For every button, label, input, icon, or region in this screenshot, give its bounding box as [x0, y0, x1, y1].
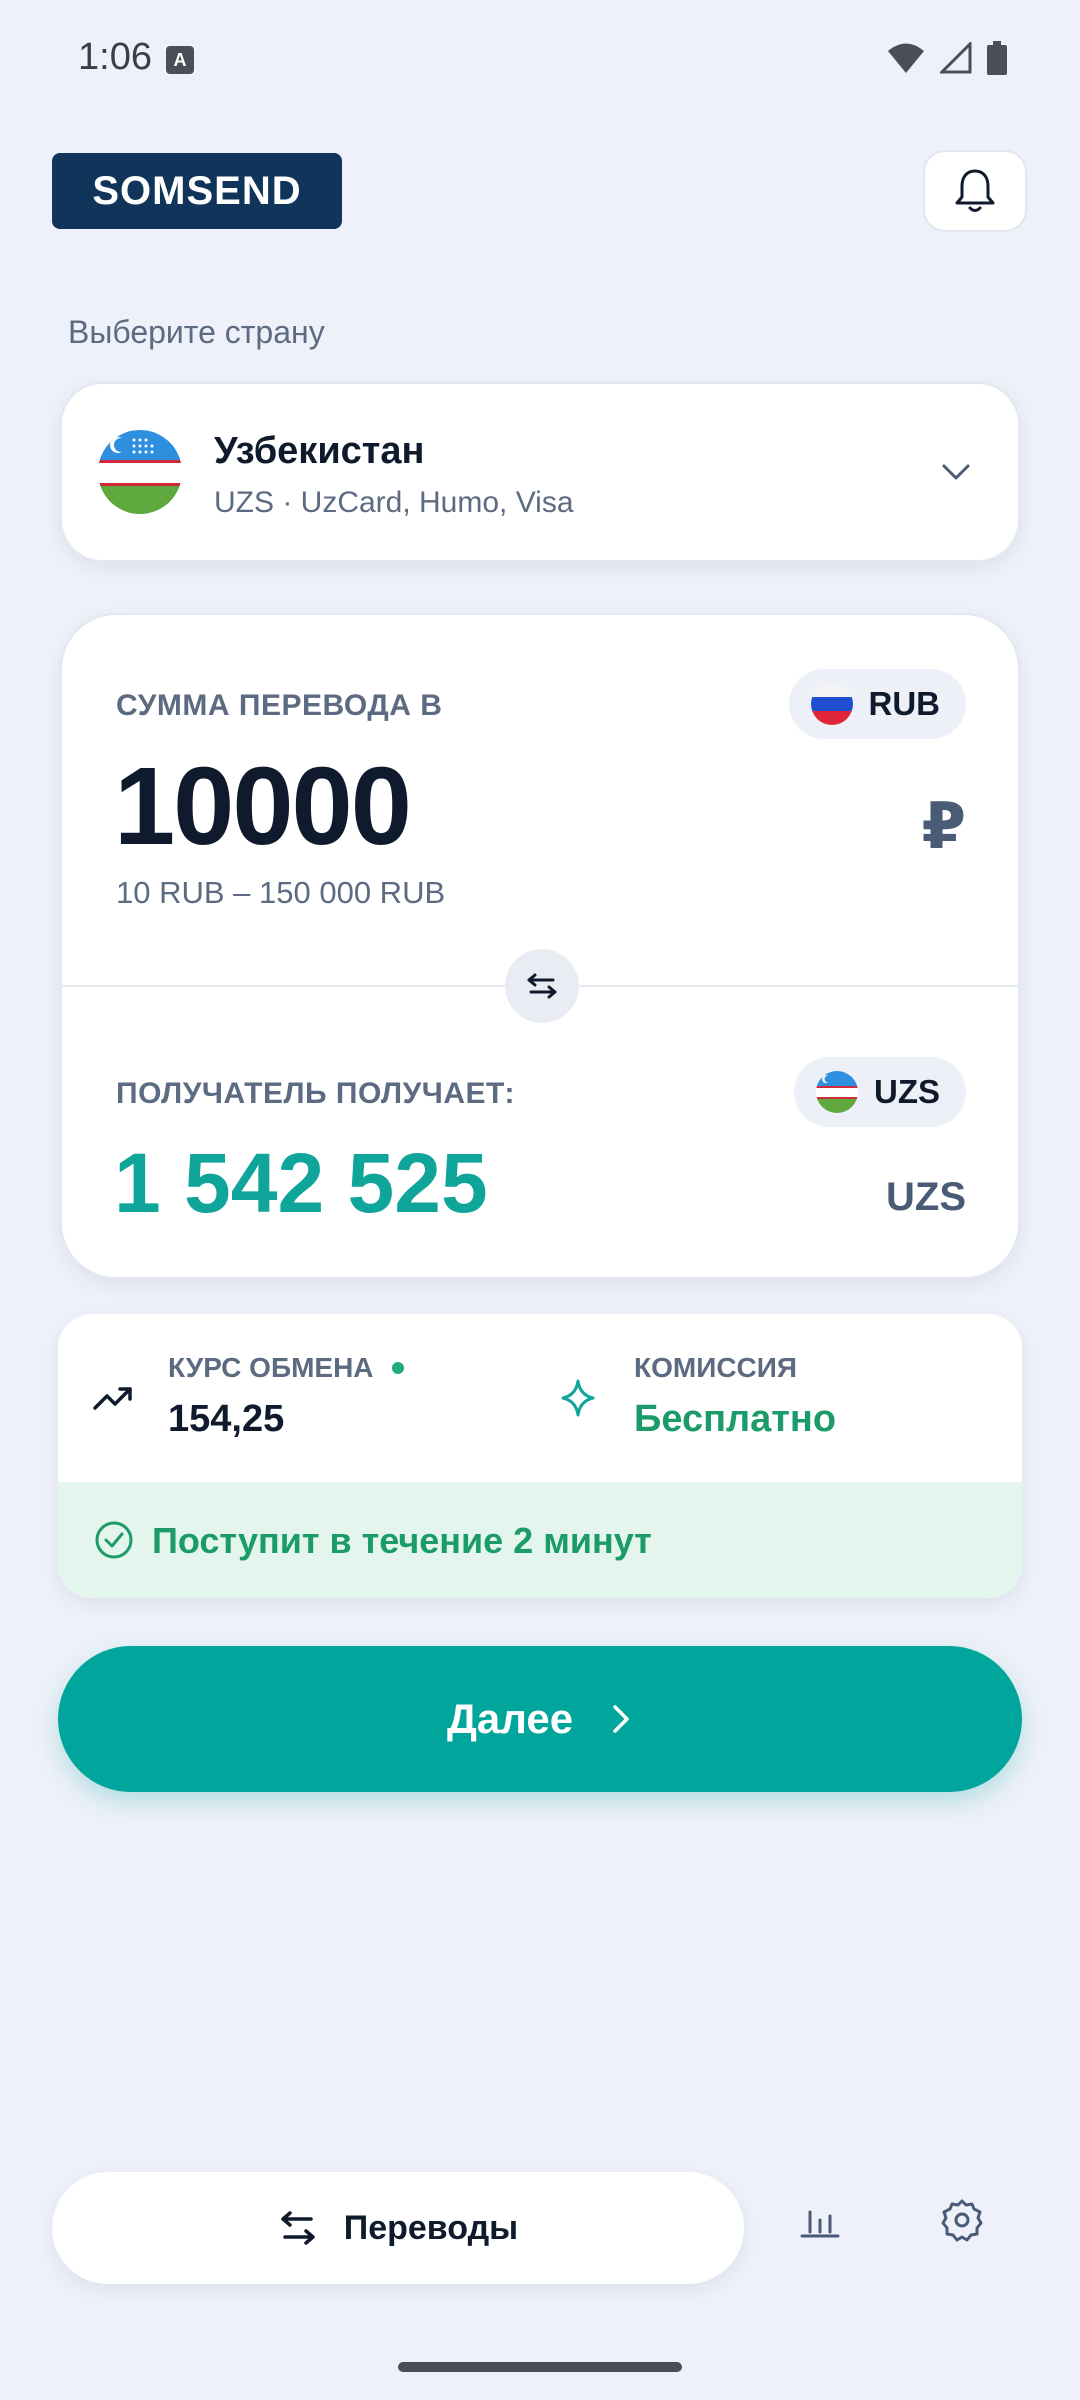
sparkle-icon — [561, 1379, 595, 1417]
receive-amount: 1 542 525 — [114, 1136, 488, 1230]
stats-icon[interactable] — [798, 2198, 842, 2242]
exchange-rate-label: КУРС ОБМЕНА — [168, 1352, 374, 1383]
country-section-label: Выберите страну — [68, 314, 325, 350]
wifi-icon — [888, 43, 924, 73]
home-indicator[interactable] — [398, 2362, 682, 2372]
status-time: 1:06 — [78, 36, 152, 78]
send-currency-selector[interactable]: RUB — [788, 669, 966, 739]
signal-icon — [940, 42, 972, 74]
eta-text: Поступит в течение 2 минут — [152, 1520, 652, 1561]
battery-icon — [987, 41, 1007, 75]
uzbekistan-flag-icon — [98, 430, 182, 514]
country-selector[interactable]: Узбекистан UZS · UzCard, Humo, Visa — [60, 382, 1020, 562]
chevron-down-icon — [942, 464, 970, 480]
receive-currency-selector[interactable]: UZS — [794, 1057, 966, 1127]
receive-amount-label: ПОЛУЧАТЕЛЬ ПОЛУЧАЕТ: — [116, 1077, 515, 1110]
gear-icon[interactable] — [940, 2198, 984, 2242]
eta-banner: Поступит в течение 2 минут — [58, 1482, 1022, 1598]
send-currency-symbol: ₽ — [921, 790, 966, 862]
status-bar: 1:06 A — [0, 0, 1080, 120]
rate-info-card: КУРС ОБМЕНА 154,25 КОМИССИЯ Бесплатно По… — [58, 1314, 1022, 1598]
swap-icon — [527, 973, 557, 999]
send-amount-input[interactable]: 10000 — [114, 743, 412, 870]
somsend-logo: SOMSEND — [52, 153, 342, 229]
receive-currency-symbol: UZS — [886, 1175, 966, 1219]
send-amount-label: СУММА ПЕРЕВОДА В — [116, 689, 443, 722]
chevron-right-icon — [613, 1705, 629, 1733]
live-indicator — [392, 1362, 404, 1374]
swap-arrows-icon — [281, 2211, 315, 2245]
a-icon: A — [166, 46, 194, 74]
fee-label: КОМИССИЯ — [634, 1352, 798, 1383]
next-button[interactable]: Далее — [58, 1646, 1022, 1792]
exchange-rate-value: 154,25 — [168, 1398, 285, 1440]
swap-currencies-button[interactable] — [505, 949, 579, 1023]
notifications-button[interactable] — [923, 150, 1027, 232]
status-icons — [886, 40, 1008, 76]
amount-range: 10 RUB – 150 000 RUB — [116, 875, 446, 910]
russia-flag-icon — [810, 683, 853, 725]
fee-value: Бесплатно — [634, 1398, 837, 1440]
trend-up-icon — [93, 1387, 132, 1410]
country-details: UZS · UzCard, Humo, Visa — [214, 486, 574, 519]
bell-icon — [955, 169, 995, 212]
nav-transfers-tab[interactable]: Переводы — [52, 2172, 744, 2284]
transfer-amount-card: СУММА ПЕРЕВОДА В RUB 10000 ₽ 10 RUB – 15… — [60, 613, 1020, 1279]
country-name: Узбекистан — [214, 430, 425, 472]
check-circle-icon — [95, 1521, 133, 1559]
send-currency-code: RUB — [868, 685, 941, 722]
receive-currency-code: UZS — [874, 1073, 940, 1110]
nav-transfers-label: Переводы — [343, 2208, 519, 2247]
uzbekistan-flag-small-icon — [816, 1071, 858, 1113]
next-button-label: Далее — [446, 1695, 574, 1742]
